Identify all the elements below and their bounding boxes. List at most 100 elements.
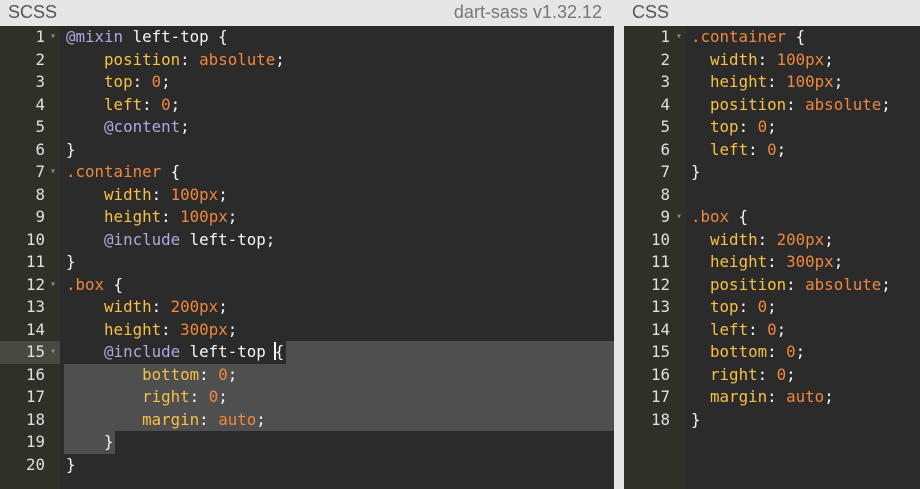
scss-code-line[interactable]: 13 width: 200px; <box>0 296 614 319</box>
scss-code-line[interactable]: 15 ▾ @include left-top { <box>0 341 614 364</box>
scss-code-line[interactable]: 16 bottom: 0; <box>0 364 614 387</box>
line-number: 15 <box>650 342 670 361</box>
line-number: 5 <box>35 117 45 136</box>
line-number: 11 <box>25 252 45 271</box>
css-pane: CSS 1 ▾ .container {2 width: 100px; 3 heigh… <box>624 0 920 489</box>
scss-code-line[interactable]: 7 ▾ .container { <box>0 161 614 184</box>
code-text: .container { <box>691 27 806 46</box>
code-text: left: 0; <box>104 94 181 114</box>
scss-code-line[interactable]: 14 height: 300px; <box>0 319 614 342</box>
line-number: 10 <box>25 229 45 249</box>
line-number: 15 <box>25 342 45 361</box>
scss-code-line[interactable]: 11} <box>0 251 614 274</box>
line-number: 3 <box>660 72 670 91</box>
css-code-line[interactable]: 17 margin: auto; <box>624 386 920 409</box>
code-text: right: 0; <box>142 387 228 406</box>
scss-code-line[interactable]: 18 margin: auto; <box>0 409 614 432</box>
css-code-line[interactable]: 9 ▾ .box { <box>624 206 920 229</box>
fold-arrow-icon[interactable]: ▾ <box>47 274 59 297</box>
css-code-line[interactable]: 12 position: absolute; <box>624 274 920 297</box>
css-code-line[interactable]: 18} <box>624 409 920 432</box>
css-code-line[interactable]: 15 bottom: 0; <box>624 341 920 364</box>
code-text: .container { <box>66 162 181 181</box>
code-text: } <box>691 409 701 429</box>
line-number: 7 <box>660 162 670 181</box>
line-number: 6 <box>35 139 45 159</box>
scss-code-line[interactable]: 17 right: 0; <box>0 386 614 409</box>
code-text: @include left-top { <box>104 342 285 361</box>
css-code-line[interactable]: 11 height: 300px; <box>624 251 920 274</box>
scss-code-line[interactable]: 12 ▾ .box { <box>0 274 614 297</box>
css-code-line[interactable]: 2 width: 100px; <box>624 49 920 72</box>
code-text: .box { <box>66 274 124 294</box>
css-code-line[interactable]: 1 ▾ .container { <box>624 26 920 49</box>
line-number: 11 <box>650 252 670 271</box>
code-text: margin: auto; <box>710 387 834 406</box>
fold-arrow-icon[interactable]: ▾ <box>47 341 59 364</box>
code-text: position: absolute; <box>104 49 285 69</box>
line-number: 2 <box>35 49 45 69</box>
code-text: left: 0; <box>710 319 787 339</box>
code-text: } <box>104 432 114 451</box>
scss-editor[interactable]: 1 ▾ @mixin left-top {2 position: absolute;… <box>0 26 614 489</box>
scss-code-line[interactable]: 3 top: 0; <box>0 71 614 94</box>
css-code-line[interactable]: 3 height: 100px; <box>624 71 920 94</box>
css-code-line[interactable]: 4 position: absolute; <box>624 94 920 117</box>
css-code-line[interactable]: 7} <box>624 161 920 184</box>
scss-code-line[interactable]: 1 ▾ @mixin left-top { <box>0 26 614 49</box>
line-number: 1 <box>35 27 45 46</box>
scss-code-line[interactable]: 4 left: 0; <box>0 94 614 117</box>
css-code-line[interactable]: 10 width: 200px; <box>624 229 920 252</box>
line-number: 16 <box>25 364 45 384</box>
line-number: 3 <box>35 72 45 91</box>
fold-arrow-icon[interactable]: ▾ <box>673 26 685 49</box>
fold-arrow-icon[interactable]: ▾ <box>47 26 59 49</box>
line-number: 8 <box>35 184 45 204</box>
scss-code-line[interactable]: 8 width: 100px; <box>0 184 614 207</box>
code-text: margin: auto; <box>142 409 266 429</box>
code-text: height: 300px; <box>104 319 238 339</box>
css-code-line[interactable]: 6 left: 0; <box>624 139 920 162</box>
scss-pane: SCSS dart-sass v1.32.12 1 ▾ @mixin left-to… <box>0 0 614 489</box>
code-text: } <box>66 252 76 271</box>
line-number: 14 <box>650 319 670 339</box>
line-number: 5 <box>660 117 670 136</box>
scss-header: SCSS dart-sass v1.32.12 <box>0 0 614 26</box>
line-number: 10 <box>650 229 670 249</box>
code-text: bottom: 0; <box>710 342 806 361</box>
line-number: 7 <box>35 162 45 181</box>
code-text: @content; <box>104 117 190 136</box>
css-code-line[interactable]: 5 top: 0; <box>624 116 920 139</box>
scss-code-line[interactable]: 9 height: 100px; <box>0 206 614 229</box>
line-number: 2 <box>660 49 670 69</box>
line-number: 20 <box>25 454 45 474</box>
line-number: 14 <box>25 319 45 339</box>
fold-arrow-icon[interactable]: ▾ <box>47 161 59 184</box>
line-number: 12 <box>650 274 670 294</box>
css-output[interactable]: 1 ▾ .container {2 width: 100px; 3 height: 1… <box>624 26 920 489</box>
line-number: 4 <box>35 94 45 114</box>
compiler-version: dart-sass v1.32.12 <box>453 2 602 22</box>
code-text: position: absolute; <box>710 274 891 294</box>
code-text: .box { <box>691 207 749 226</box>
scss-code-line[interactable]: 20} <box>0 454 614 477</box>
css-code-line[interactable]: 16 right: 0; <box>624 364 920 387</box>
css-code-line[interactable]: 14 left: 0; <box>624 319 920 342</box>
scss-code-line[interactable]: 6} <box>0 139 614 162</box>
code-text: top: 0; <box>710 297 777 316</box>
line-number: 18 <box>25 409 45 429</box>
scss-code-line[interactable]: 5 @content; <box>0 116 614 139</box>
css-title: CSS <box>632 2 670 22</box>
scss-code-line[interactable]: 10 @include left-top; <box>0 229 614 252</box>
code-text: position: absolute; <box>710 94 891 114</box>
scss-code-line[interactable]: 2 position: absolute; <box>0 49 614 72</box>
line-number: 19 <box>25 432 45 451</box>
line-number: 6 <box>660 139 670 159</box>
code-text: top: 0; <box>710 117 777 136</box>
line-number: 1 <box>660 27 670 46</box>
css-code-line[interactable]: 13 top: 0; <box>624 296 920 319</box>
scss-code-line[interactable]: 19 } <box>0 431 614 454</box>
css-code-line[interactable]: 8 <box>624 184 920 207</box>
fold-arrow-icon[interactable]: ▾ <box>673 206 685 229</box>
code-text: width: 100px; <box>104 184 228 204</box>
